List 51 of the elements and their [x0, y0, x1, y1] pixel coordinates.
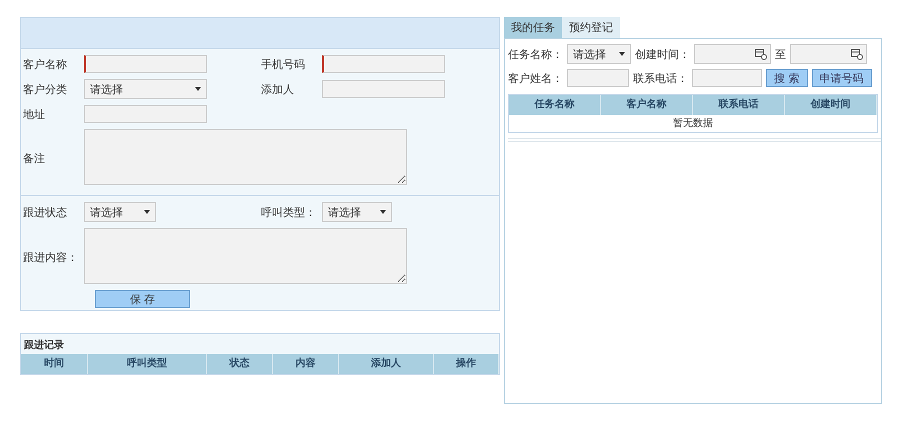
text-field[interactable] [322, 55, 445, 73]
content-field[interactable] [84, 228, 407, 284]
column-header: 联系电话 [693, 95, 785, 115]
column-header: 状态 [207, 354, 273, 374]
select-field[interactable]: 请选择 [322, 202, 392, 222]
field-label: 跟进内容： [23, 250, 79, 265]
caret-icon [195, 87, 201, 91]
field-label: 备注 [23, 151, 46, 166]
tab[interactable]: 预约登记 [562, 17, 620, 38]
column-header: 内容 [273, 354, 339, 374]
text-field[interactable] [692, 69, 762, 87]
caret-icon [380, 210, 386, 214]
column-header: 呼叫类型 [88, 354, 207, 374]
select-field[interactable]: 请选择 [84, 202, 156, 222]
field-label: 创建时间： [635, 46, 690, 62]
date-field[interactable] [694, 44, 771, 64]
caret-icon [144, 210, 150, 214]
field-label: 添加人 [261, 82, 295, 96]
select-field[interactable]: 请选择 [84, 79, 207, 99]
field-label: 任务名称： [508, 46, 563, 62]
field-label: 客户名称 [23, 56, 68, 72]
empty-message: 暂无数据 [672, 116, 714, 131]
notes-field[interactable] [84, 129, 407, 185]
text-field[interactable] [322, 80, 445, 98]
select-field[interactable]: 请选择 [567, 44, 631, 64]
date-field[interactable] [790, 44, 867, 64]
caret-icon [619, 52, 625, 56]
column-header: 客户名称 [601, 95, 693, 115]
column-header: 时间 [21, 354, 88, 374]
tab[interactable]: 我的任务 [504, 17, 562, 38]
field-label: 跟进状态 [23, 204, 68, 220]
column-header: 操作 [434, 354, 499, 374]
search-button[interactable]: 搜 索 [766, 69, 808, 87]
field-label: 客户姓名： [508, 70, 563, 86]
text-field[interactable] [84, 55, 207, 73]
column-header: 任务名称 [509, 95, 601, 115]
save-button[interactable]: 保 存 [95, 290, 190, 308]
field-label: 呼叫类型： [261, 204, 317, 220]
text-field[interactable] [567, 69, 629, 87]
field-label: 地址 [23, 106, 46, 122]
column-header: 添加人 [339, 354, 434, 374]
field-label: 客户分类 [23, 82, 68, 96]
field-label: 至 [775, 46, 786, 62]
calendar-icon [755, 48, 767, 60]
section-title: 跟进记录 [23, 338, 65, 353]
apply-button[interactable]: 申请号码 [812, 69, 872, 87]
text-field[interactable] [84, 105, 207, 123]
calendar-icon [851, 48, 863, 60]
field-label: 手机号码 [261, 56, 306, 72]
column-header: 创建时间 [785, 95, 877, 115]
field-label: 联系电话： [633, 70, 688, 86]
